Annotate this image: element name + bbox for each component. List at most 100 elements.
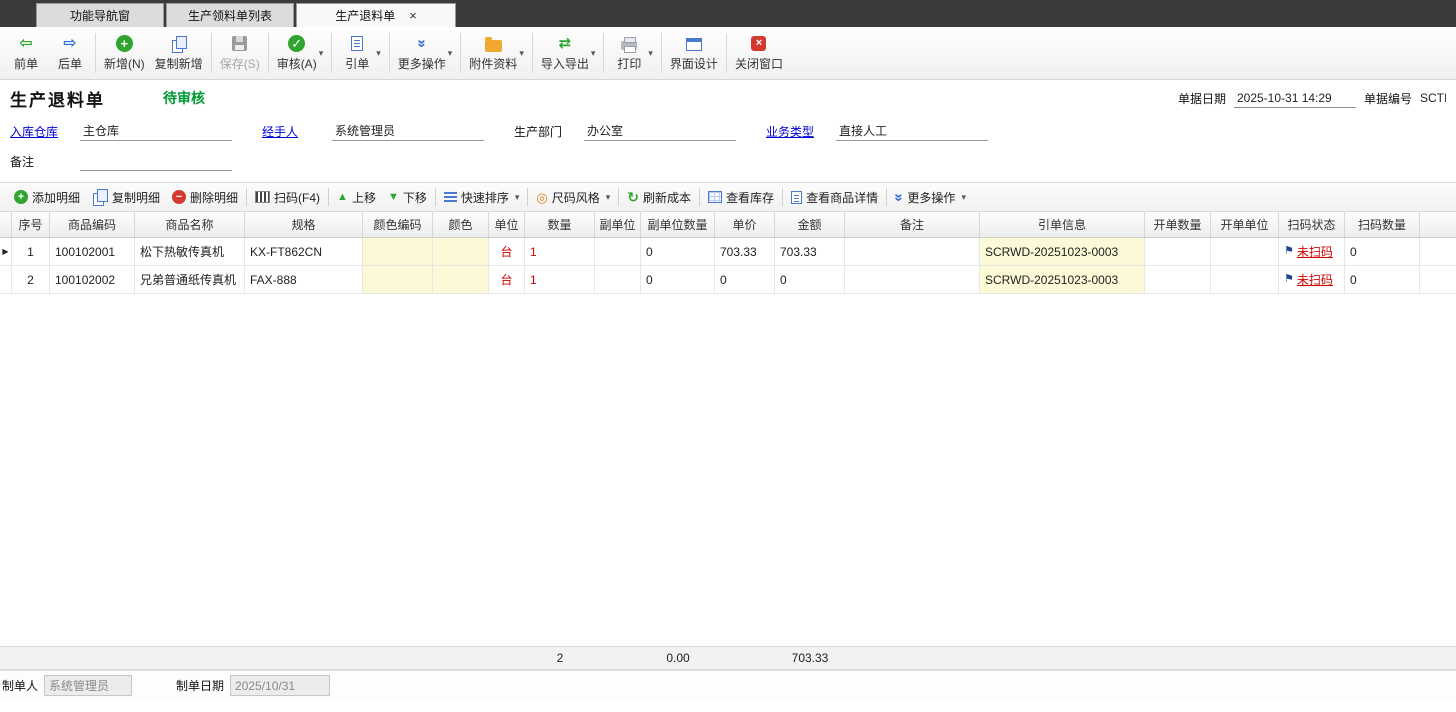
header-sub-unit[interactable]: 副单位 xyxy=(595,212,641,237)
cell-ref-info[interactable]: SCRWD-20251023-0003 xyxy=(980,266,1145,293)
scan-code-button[interactable]: 扫码(F4) xyxy=(249,186,326,209)
pull-bill-button[interactable]: 引单 ▾ xyxy=(335,32,386,75)
quick-sort-button[interactable]: 快速排序▾ xyxy=(438,186,526,209)
cell-scan-status[interactable]: ⚑未扫码 xyxy=(1279,266,1345,293)
cell-open-unit[interactable] xyxy=(1211,266,1279,293)
department-field[interactable]: 办公室 xyxy=(584,122,736,141)
cell-price[interactable]: 703.33 xyxy=(715,238,775,265)
move-down-button[interactable]: ▼下移 xyxy=(382,186,433,209)
copy-detail-button[interactable]: 复制明细 xyxy=(86,186,166,209)
cell-sub-qty[interactable]: 0 xyxy=(641,238,715,265)
header-color[interactable]: 颜色 xyxy=(433,212,489,237)
cell-product-code[interactable]: 100102001 xyxy=(50,238,135,265)
cell-sub-unit[interactable] xyxy=(595,238,641,265)
view-product-detail-button[interactable]: 查看商品详情 xyxy=(785,186,884,209)
prev-bill-button[interactable]: ⇦前单 xyxy=(4,32,48,75)
close-window-button[interactable]: ×关闭窗口 xyxy=(730,32,788,75)
cell-open-unit[interactable] xyxy=(1211,238,1279,265)
header-qty[interactable]: 数量 xyxy=(525,212,595,237)
chevron-down-icon[interactable]: ▾ xyxy=(319,48,324,59)
audit-button[interactable]: ✓审核(A) ▾ xyxy=(272,32,329,75)
import-export-button[interactable]: ⇄导入导出 ▾ xyxy=(536,32,601,75)
header-price[interactable]: 单价 xyxy=(715,212,775,237)
print-button[interactable]: 打印 ▾ xyxy=(607,32,658,75)
cell-product-name[interactable]: 兄弟普通纸传真机 xyxy=(135,266,245,293)
warehouse-field[interactable]: 主仓库 xyxy=(80,122,232,141)
refresh-cost-button[interactable]: ↻刷新成本 xyxy=(621,186,697,209)
header-color-code[interactable]: 颜色编码 xyxy=(363,212,433,237)
cell-scan-qty[interactable]: 0 xyxy=(1345,238,1420,265)
header-open-unit[interactable]: 开单单位 xyxy=(1211,212,1279,237)
cell-spec[interactable]: FAX-888 xyxy=(245,266,363,293)
header-scan-status[interactable]: 扫码状态 xyxy=(1279,212,1345,237)
tab-material-return-form[interactable]: 生产退料单 × xyxy=(296,3,456,27)
chevron-down-icon[interactable]: ▾ xyxy=(648,48,653,59)
creator-input[interactable] xyxy=(44,675,132,696)
header-amount[interactable]: 金额 xyxy=(775,212,845,237)
handler-label[interactable]: 经手人 xyxy=(262,123,332,140)
cell-color-code[interactable] xyxy=(363,238,433,265)
cell-scan-status[interactable]: ⚑未扫码 xyxy=(1279,238,1345,265)
close-icon[interactable]: × xyxy=(409,9,417,22)
move-up-button[interactable]: ▲上移 xyxy=(331,186,382,209)
bill-date-field[interactable]: 2025-10-31 14:29 xyxy=(1234,89,1356,108)
cell-sub-unit[interactable] xyxy=(595,266,641,293)
cell-amount[interactable]: 0 xyxy=(775,266,845,293)
chevron-down-icon[interactable]: ▾ xyxy=(519,48,524,59)
cell-color[interactable] xyxy=(433,238,489,265)
cell-unit[interactable]: 台 xyxy=(489,238,525,265)
table-row[interactable]: ▶ 1 100102001 松下热敏传真机 KX-FT862CN 台 1 0 7… xyxy=(0,238,1456,266)
chevron-down-icon[interactable]: ▾ xyxy=(376,48,381,59)
save-button[interactable]: 保存(S) xyxy=(215,32,265,75)
header-sub-qty[interactable]: 副单位数量 xyxy=(641,212,715,237)
scan-status-link[interactable]: 未扫码 xyxy=(1297,271,1333,288)
copy-add-button[interactable]: 复制新增 xyxy=(150,32,208,75)
cell-seq[interactable]: 2 xyxy=(12,266,50,293)
chevron-down-icon[interactable]: ▾ xyxy=(448,48,453,59)
delete-detail-button[interactable]: −删除明细 xyxy=(166,186,244,209)
more-operations-button[interactable]: »更多操作 ▾ xyxy=(393,32,458,75)
cell-remark[interactable] xyxy=(845,266,980,293)
attachments-button[interactable]: 附件资料 ▾ xyxy=(464,32,529,75)
header-unit[interactable]: 单位 xyxy=(489,212,525,237)
detail-more-operations-button[interactable]: »更多操作▾ xyxy=(889,186,972,209)
next-bill-button[interactable]: ⇨后单 xyxy=(48,32,92,75)
cell-remark[interactable] xyxy=(845,238,980,265)
business-type-label[interactable]: 业务类型 xyxy=(766,123,836,140)
cell-amount[interactable]: 703.33 xyxy=(775,238,845,265)
header-scan-qty[interactable]: 扫码数量 xyxy=(1345,212,1420,237)
table-row[interactable]: 2 100102002 兄弟普通纸传真机 FAX-888 台 1 0 0 0 S… xyxy=(0,266,1456,294)
cell-color[interactable] xyxy=(433,266,489,293)
warehouse-label[interactable]: 入库仓库 xyxy=(10,123,80,140)
view-stock-button[interactable]: 查看库存 xyxy=(702,186,780,209)
header-seq[interactable]: 序号 xyxy=(12,212,50,237)
cell-product-name[interactable]: 松下热敏传真机 xyxy=(135,238,245,265)
header-product-code[interactable]: 商品编码 xyxy=(50,212,135,237)
add-new-button[interactable]: +新增(N) xyxy=(99,32,150,75)
cell-price[interactable]: 0 xyxy=(715,266,775,293)
size-style-button[interactable]: ◎尺码风格▾ xyxy=(530,186,616,209)
cell-ref-info[interactable]: SCRWD-20251023-0003 xyxy=(980,238,1145,265)
tab-material-issue-list[interactable]: 生产领料单列表 xyxy=(166,3,294,27)
bill-number-field[interactable]: SCTI xyxy=(1420,89,1446,108)
header-spec[interactable]: 规格 xyxy=(245,212,363,237)
cell-seq[interactable]: 1 xyxy=(12,238,50,265)
cell-qty[interactable]: 1 xyxy=(525,266,595,293)
header-ref-info[interactable]: 引单信息 xyxy=(980,212,1145,237)
remark-field[interactable] xyxy=(80,152,232,171)
add-detail-button[interactable]: +添加明细 xyxy=(8,186,86,209)
cell-spec[interactable]: KX-FT862CN xyxy=(245,238,363,265)
create-date-input[interactable] xyxy=(230,675,330,696)
cell-unit[interactable]: 台 xyxy=(489,266,525,293)
header-product-name[interactable]: 商品名称 xyxy=(135,212,245,237)
header-open-qty[interactable]: 开单数量 xyxy=(1145,212,1211,237)
cell-open-qty[interactable] xyxy=(1145,238,1211,265)
chevron-down-icon[interactable]: ▾ xyxy=(591,48,596,59)
ui-design-button[interactable]: 界面设计 xyxy=(665,32,723,75)
cell-open-qty[interactable] xyxy=(1145,266,1211,293)
handler-field[interactable]: 系统管理员 xyxy=(332,122,484,141)
cell-qty[interactable]: 1 xyxy=(525,238,595,265)
cell-color-code[interactable] xyxy=(363,266,433,293)
cell-product-code[interactable]: 100102002 xyxy=(50,266,135,293)
scan-status-link[interactable]: 未扫码 xyxy=(1297,243,1333,260)
